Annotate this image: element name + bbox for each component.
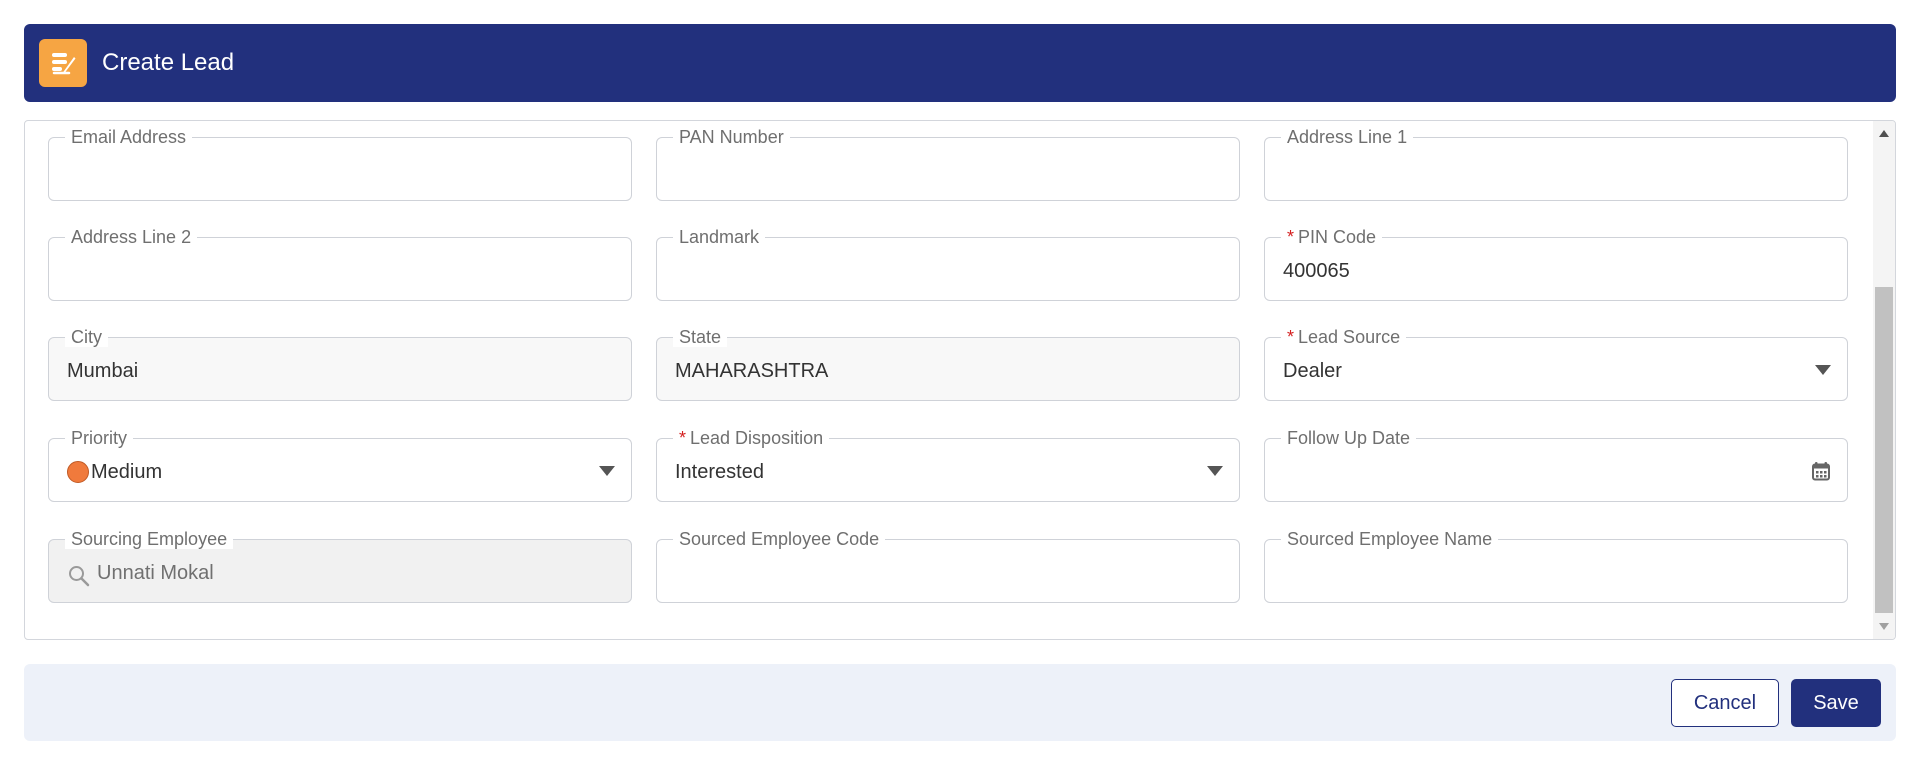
pin-code-label: * PIN Code bbox=[1281, 227, 1383, 247]
lead-disposition-select[interactable]: * Lead Disposition Interested bbox=[656, 428, 1240, 502]
landmark-label: Landmark bbox=[673, 227, 766, 247]
pin-code-value: 400065 bbox=[1283, 260, 1350, 282]
chevron-down-icon[interactable] bbox=[1815, 365, 1831, 375]
email-label: Email Address bbox=[65, 127, 193, 147]
cancel-button[interactable]: Cancel bbox=[1671, 679, 1779, 727]
state-label: State bbox=[673, 327, 728, 347]
scroll-down-icon[interactable] bbox=[1879, 623, 1889, 630]
address-line-2-field[interactable]: Address Line 2 bbox=[48, 227, 632, 301]
sourcing-employee-label: Sourcing Employee bbox=[65, 529, 234, 549]
search-icon bbox=[67, 564, 91, 588]
state-field[interactable]: State MAHARASHTRA bbox=[656, 327, 1240, 401]
lead-disposition-label: * Lead Disposition bbox=[673, 428, 830, 448]
lead-disposition-value: Interested bbox=[675, 461, 764, 483]
follow-up-date-label: Follow Up Date bbox=[1281, 428, 1417, 448]
city-value: Mumbai bbox=[67, 360, 139, 382]
page-header: Create Lead bbox=[24, 24, 1896, 102]
city-label: City bbox=[65, 327, 108, 347]
sourcing-employee-value: Unnati Mokal bbox=[97, 562, 214, 584]
sourced-employee-code-label: Sourced Employee Code bbox=[673, 529, 886, 549]
address-line-2-label: Address Line 2 bbox=[65, 227, 198, 247]
state-value: MAHARASHTRA bbox=[675, 360, 829, 382]
city-field[interactable]: City Mumbai bbox=[48, 327, 632, 401]
pan-field[interactable]: PAN Number bbox=[656, 127, 1240, 201]
page-title: Create Lead bbox=[102, 49, 235, 76]
pan-label: PAN Number bbox=[673, 127, 790, 147]
pin-code-field[interactable]: * PIN Code 400065 bbox=[1264, 227, 1848, 301]
scroll-thumb[interactable] bbox=[1875, 287, 1893, 613]
form-scrollbar[interactable] bbox=[1873, 121, 1895, 639]
chevron-down-icon[interactable] bbox=[1207, 466, 1223, 476]
sourced-employee-code-field[interactable]: Sourced Employee Code bbox=[656, 529, 1240, 603]
save-button[interactable]: Save bbox=[1791, 679, 1881, 727]
lead-source-label: * Lead Source bbox=[1281, 327, 1407, 347]
calendar-icon[interactable] bbox=[1811, 461, 1831, 481]
sourced-employee-name-field[interactable]: Sourced Employee Name bbox=[1264, 529, 1848, 603]
required-mark: * bbox=[679, 428, 687, 448]
scroll-up-icon[interactable] bbox=[1879, 130, 1889, 137]
priority-value: Medium bbox=[67, 460, 162, 484]
address-line-1-label: Address Line 1 bbox=[1281, 127, 1414, 147]
sourcing-employee-field[interactable]: Sourcing Employee Unnati Mokal bbox=[48, 529, 632, 603]
required-mark: * bbox=[1287, 227, 1295, 247]
chevron-down-icon[interactable] bbox=[599, 466, 615, 476]
lead-form-icon bbox=[39, 39, 87, 87]
email-field[interactable]: Email Address bbox=[48, 127, 632, 201]
sourced-employee-name-label: Sourced Employee Name bbox=[1281, 529, 1499, 549]
lead-source-select[interactable]: * Lead Source Dealer bbox=[1264, 327, 1848, 401]
follow-up-date-field[interactable]: Follow Up Date bbox=[1264, 428, 1848, 502]
form-footer: Cancel Save bbox=[24, 664, 1896, 741]
lead-source-value: Dealer bbox=[1283, 360, 1342, 382]
priority-dot-icon bbox=[67, 461, 89, 483]
address-line-1-field[interactable]: Address Line 1 bbox=[1264, 127, 1848, 201]
priority-select[interactable]: Priority Medium bbox=[48, 428, 632, 502]
required-mark: * bbox=[1287, 327, 1295, 347]
landmark-field[interactable]: Landmark bbox=[656, 227, 1240, 301]
form-panel: Email Address PAN Number Address Line 1 … bbox=[24, 120, 1896, 640]
priority-label: Priority bbox=[65, 428, 134, 448]
